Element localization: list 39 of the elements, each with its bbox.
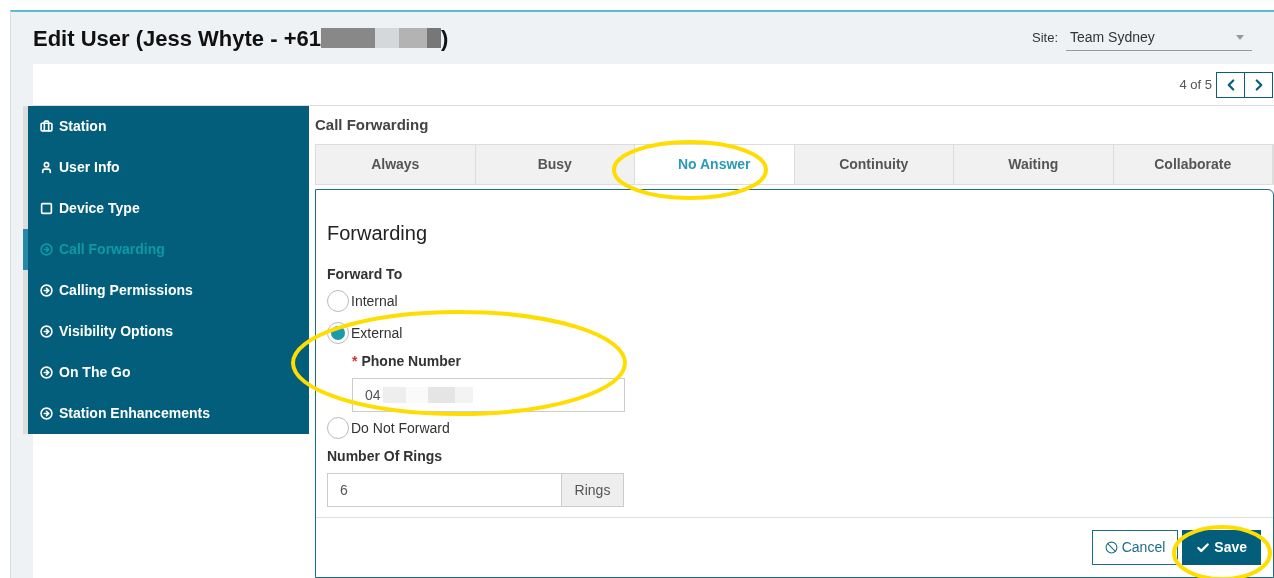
site-label: Site: (1032, 29, 1058, 48)
phone-number-label: Phone Number (361, 352, 462, 371)
radio-button[interactable] (327, 417, 349, 439)
sidebar-item[interactable]: Calling Permissions (28, 270, 309, 311)
pager-text: 4 of 5 (1179, 75, 1212, 94)
square-icon (40, 202, 53, 215)
sidebar-item[interactable]: Station (28, 106, 309, 147)
rings-label: Number Of Rings (327, 447, 444, 466)
tab[interactable]: Busy (475, 145, 635, 184)
site-dropdown[interactable]: Team Sydney (1066, 25, 1252, 51)
cancel-button[interactable]: Cancel (1091, 530, 1179, 565)
radio-button[interactable] (327, 290, 349, 312)
sidebar-item[interactable]: Visibility Options (28, 311, 309, 352)
briefcase-icon (40, 120, 53, 133)
rings-field[interactable]: 6 (327, 473, 562, 507)
sidebar-item[interactable]: Device Type (28, 188, 309, 229)
card-heading: Forwarding (327, 221, 429, 246)
tab[interactable]: Waiting (954, 145, 1114, 184)
user-icon (40, 161, 53, 174)
sidebar-item[interactable]: Station Enhancements (28, 393, 309, 434)
save-button[interactable]: Save (1182, 530, 1261, 565)
tab[interactable]: Always (316, 145, 476, 184)
sidebar-item[interactable]: On The Go (28, 352, 309, 393)
tab[interactable]: Continuity (794, 145, 954, 184)
check-icon (1196, 540, 1211, 555)
ban-icon (1104, 541, 1118, 554)
section-title: Call Forwarding (315, 114, 430, 135)
forward-to-label: Forward To (327, 265, 404, 284)
radio-label: Internal (351, 291, 398, 311)
radio-label: External (351, 323, 403, 343)
caret-icon (1236, 35, 1244, 40)
phone-number-field[interactable]: 04 (352, 378, 625, 412)
rings-addon: Rings (562, 473, 624, 507)
page-title-end: ) (440, 24, 449, 53)
sidebar-item[interactable]: User Info (28, 147, 309, 188)
radio-label: Do Not Forward (351, 418, 450, 438)
required-mark: * (352, 352, 358, 371)
page-title: Edit User (Jess Whyte - +61 (33, 24, 321, 53)
tab[interactable]: Collaborate (1113, 145, 1273, 184)
